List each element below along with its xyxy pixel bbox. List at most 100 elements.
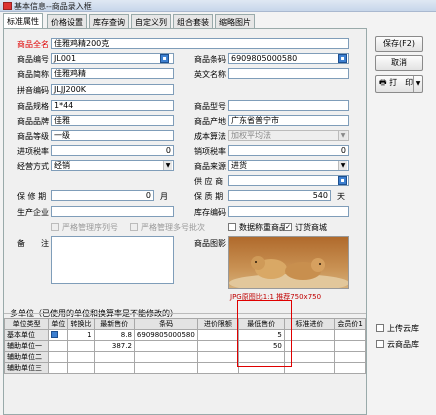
unit-cell[interactable] [48, 329, 69, 341]
serial-check-label: 严格管理序列号 [62, 223, 118, 232]
limit-cell[interactable] [197, 329, 239, 341]
mode-value: 经销 [54, 161, 70, 170]
row-type: 辅助单位二 [3, 351, 50, 363]
short-input[interactable]: 佳雅鸡精 [51, 68, 174, 79]
limit-cell[interactable] [197, 340, 239, 352]
chevron-down-icon[interactable]: ▼ [413, 76, 422, 92]
barcode-input[interactable]: 6909805000580 [228, 53, 349, 64]
shelf-input[interactable]: 540 [228, 190, 331, 201]
location-label: 库存编码 [194, 208, 226, 217]
printer-icon: 🖶 [379, 78, 387, 87]
save-button[interactable]: 保存(F2) [375, 36, 423, 52]
print-button[interactable]: 🖶 打 印 ▼ [375, 75, 423, 93]
table-row[interactable]: 辅助单位三 [3, 362, 366, 374]
unit-cell[interactable] [48, 362, 69, 374]
rate-cell[interactable] [67, 362, 95, 374]
code-input[interactable]: JL001 [51, 53, 174, 64]
cloud-library-checkbox[interactable] [376, 340, 384, 348]
multi-unit-table: 单位类型 单位 转换比 最新售价 条码 进价限额 最低售价 标准进价 会员价1 … [3, 318, 366, 374]
member-price-cell[interactable] [334, 351, 366, 363]
unit-cell[interactable] [48, 340, 69, 352]
source-select[interactable]: 进货 ▼ [228, 160, 349, 171]
maker-label: 生产企业 [17, 208, 49, 217]
remark-label: 备 注 [17, 239, 49, 248]
section-divider [4, 313, 366, 314]
remark-textarea[interactable] [51, 236, 174, 284]
tab-custom[interactable]: 自定义列 [131, 14, 171, 28]
chevron-down-icon[interactable]: ▼ [338, 161, 347, 170]
price-cell[interactable]: 8.8 [93, 329, 135, 341]
image-label: 商品图影 [194, 239, 226, 248]
order-checkbox[interactable]: ✓ [284, 223, 292, 231]
col-header: 最新售价 [93, 318, 135, 330]
upload-cloud-label: 上传云库 [387, 324, 419, 333]
table-row[interactable]: 辅助单位二 [3, 351, 366, 363]
col-header: 会员价1 [334, 318, 366, 330]
cancel-button[interactable]: 取消 [375, 55, 423, 71]
window-title: 基本信息--商品录入框 [14, 2, 92, 11]
price-cell[interactable] [93, 351, 135, 363]
en-input[interactable] [228, 68, 349, 79]
member-price-cell[interactable] [334, 340, 366, 352]
limit-cell[interactable] [197, 362, 239, 374]
mode-select[interactable]: 经销 ▼ [51, 160, 174, 171]
warranty-unit: 月 [160, 192, 168, 201]
location-input[interactable] [228, 206, 349, 217]
en-label: 英文名称 [194, 70, 226, 79]
name-label: 商品全名 [17, 40, 49, 49]
batch-checkbox [130, 223, 138, 231]
unit-lookup-icon[interactable] [51, 330, 59, 338]
tab-standard[interactable]: 标准属性 [3, 13, 43, 28]
cloud-library-label: 云商品库 [387, 340, 419, 349]
member-price-cell[interactable] [334, 362, 366, 374]
supplier-label: 供 应 商 [194, 177, 224, 186]
mode-label: 经营方式 [17, 162, 49, 171]
supplier-input[interactable] [228, 175, 349, 186]
barcode-generate-icon[interactable]: ▪ [338, 54, 347, 63]
tab-stock[interactable]: 库存查询 [89, 14, 129, 28]
model-input[interactable] [228, 100, 349, 111]
col-header: 条码 [133, 318, 199, 330]
brand-input[interactable]: 佳雅 [51, 115, 174, 126]
highlight-box [237, 300, 292, 367]
tab-price[interactable]: 价格设置 [47, 14, 87, 28]
grade-label: 商品等级 [17, 132, 49, 141]
name-input[interactable]: 佳雅鸡精200克 [51, 38, 349, 49]
tab-combo[interactable]: 组合套装 [173, 14, 213, 28]
tab-thumbnail[interactable]: 缩略图片 [215, 14, 255, 28]
product-image[interactable] [228, 236, 349, 289]
grade-input[interactable]: 一级 [51, 130, 174, 141]
price-cell[interactable] [93, 362, 135, 374]
price-cell[interactable]: 387.2 [93, 340, 135, 352]
supplier-lookup-icon[interactable]: ▪ [338, 176, 347, 185]
unit-cell[interactable] [48, 351, 69, 363]
table-row[interactable]: 基本单位 1 8.8 6909805000580 5 [3, 329, 366, 341]
pinyin-input[interactable]: JLJJ200K [51, 84, 174, 95]
origin-input[interactable]: 广东省普宁市 [228, 115, 349, 126]
member-price-cell[interactable] [334, 329, 366, 341]
barcode-cell[interactable]: 6909805000580 [133, 329, 199, 341]
spec-input[interactable]: 1*44 [51, 100, 174, 111]
rate-cell[interactable]: 1 [67, 329, 95, 341]
barcode-cell[interactable] [133, 340, 199, 352]
weigh-checkbox[interactable] [228, 223, 236, 231]
col-header: 转换比 [67, 318, 95, 330]
barcode-cell[interactable] [133, 351, 199, 363]
col-header: 进价限额 [197, 318, 239, 330]
intax-input[interactable]: 0 [51, 145, 174, 156]
table-row[interactable]: 辅助单位一 387.2 50 [3, 340, 366, 352]
chevron-down-icon[interactable]: ▼ [163, 161, 172, 170]
limit-cell[interactable] [197, 351, 239, 363]
upload-cloud-checkbox[interactable] [376, 324, 384, 332]
maker-input[interactable] [51, 206, 174, 217]
outtax-input[interactable]: 0 [228, 145, 349, 156]
code-label: 商品编号 [17, 55, 49, 64]
warranty-input[interactable]: 0 [51, 190, 154, 201]
title-bar: 基本信息--商品录入框 [0, 0, 436, 12]
barcode-cell[interactable] [133, 362, 199, 374]
rate-cell[interactable] [67, 340, 95, 352]
code-lookup-icon[interactable]: ▪ [160, 54, 169, 63]
col-header: 单位 [48, 318, 69, 330]
shelf-label: 保 质 期 [194, 192, 224, 201]
rate-cell[interactable] [67, 351, 95, 363]
